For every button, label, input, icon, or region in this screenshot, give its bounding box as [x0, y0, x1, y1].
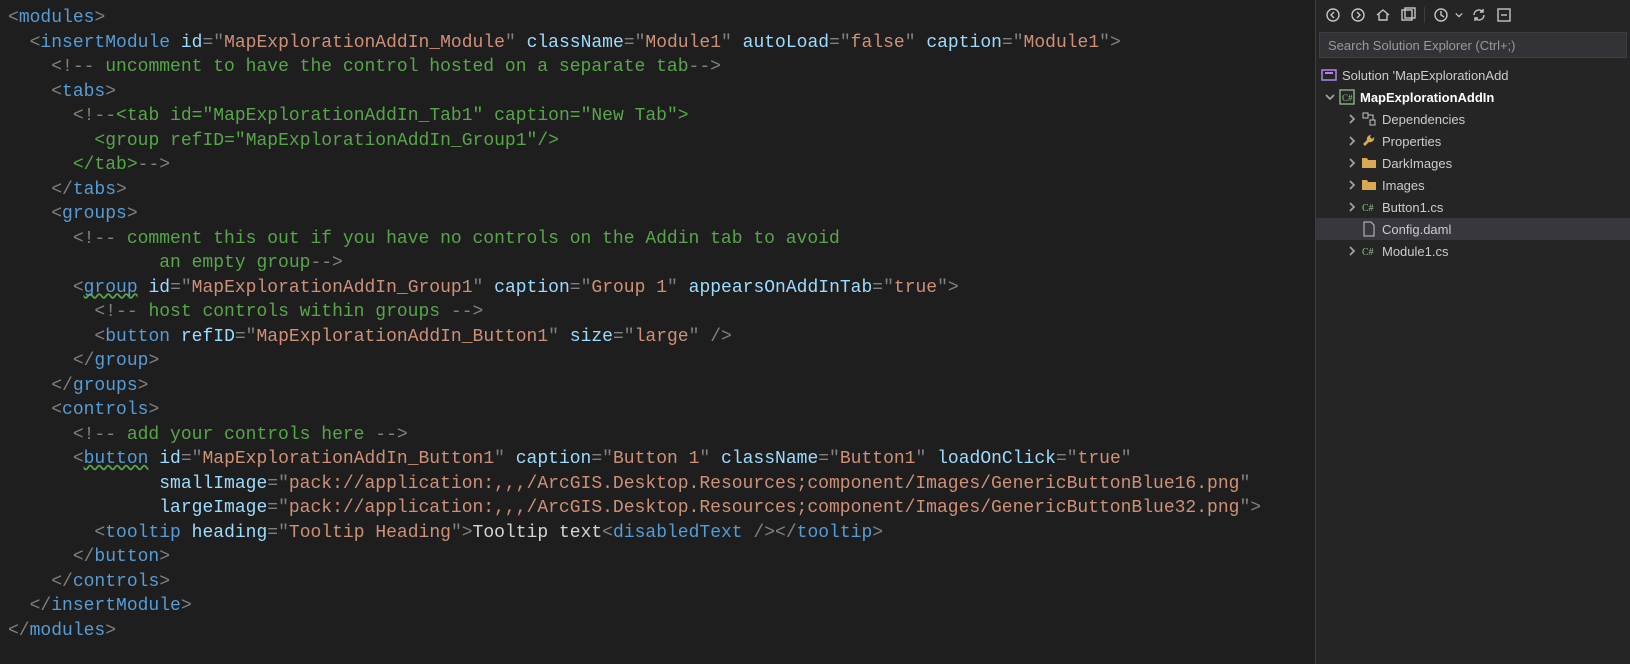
csharp-file-icon: C# [1360, 198, 1378, 216]
chevron-right-icon[interactable] [1344, 133, 1360, 149]
chevron-right-icon[interactable] [1344, 155, 1360, 171]
chevron-right-icon[interactable] [1344, 177, 1360, 193]
tree-item-properties[interactable]: Properties [1316, 130, 1630, 152]
solution-icon [1320, 66, 1338, 84]
solution-explorer: Search Solution Explorer (Ctrl+;) Soluti… [1315, 0, 1630, 664]
tree-label: Module1.cs [1382, 244, 1448, 259]
search-placeholder: Search Solution Explorer (Ctrl+;) [1328, 38, 1516, 53]
collapse-all-icon[interactable] [1493, 4, 1515, 26]
solution-toolbar [1316, 0, 1630, 30]
svg-text:C#: C# [1342, 93, 1353, 103]
tree-item-images[interactable]: Images [1316, 174, 1630, 196]
dependencies-icon [1360, 110, 1378, 128]
svg-text:C#: C# [1362, 247, 1374, 258]
folder-icon [1360, 176, 1378, 194]
chevron-right-icon[interactable] [1344, 199, 1360, 215]
tree-label: Config.daml [1382, 222, 1451, 237]
forward-icon[interactable] [1347, 4, 1369, 26]
file-icon [1360, 220, 1378, 238]
chevron-down-icon[interactable] [1455, 11, 1465, 19]
tree-label: DarkImages [1382, 156, 1452, 171]
tree-item-module1cs[interactable]: C# Module1.cs [1316, 240, 1630, 262]
separator [1424, 7, 1425, 23]
sync-icon[interactable] [1468, 4, 1490, 26]
tree-item-dependencies[interactable]: Dependencies [1316, 108, 1630, 130]
svg-text:C#: C# [1362, 203, 1374, 214]
solution-tree: Solution 'MapExplorationAdd C# MapExplor… [1316, 62, 1630, 664]
tree-label: MapExplorationAddIn [1360, 90, 1494, 105]
code-editor[interactable]: <modules> <insertModule id="MapExplorati… [0, 0, 1315, 664]
back-icon[interactable] [1322, 4, 1344, 26]
tree-label: Dependencies [1382, 112, 1465, 127]
tree-label: Images [1382, 178, 1425, 193]
tree-item-button1cs[interactable]: C# Button1.cs [1316, 196, 1630, 218]
chevron-right-icon[interactable] [1344, 111, 1360, 127]
folder-icon [1360, 154, 1378, 172]
chevron-down-icon[interactable] [1322, 89, 1338, 105]
csharp-project-icon: C# [1338, 88, 1356, 106]
tree-label: Properties [1382, 134, 1441, 149]
solution-node[interactable]: Solution 'MapExplorationAdd [1316, 64, 1630, 86]
chevron-right-icon[interactable] [1344, 243, 1360, 259]
tree-item-darkimages[interactable]: DarkImages [1316, 152, 1630, 174]
switch-views-icon[interactable] [1397, 4, 1419, 26]
tree-label: Solution 'MapExplorationAdd [1342, 68, 1509, 83]
home-icon[interactable] [1372, 4, 1394, 26]
wrench-icon [1360, 132, 1378, 150]
tree-item-configdaml[interactable]: Config.daml [1316, 218, 1630, 240]
tree-label: Button1.cs [1382, 200, 1443, 215]
search-input[interactable]: Search Solution Explorer (Ctrl+;) [1319, 32, 1627, 58]
pending-changes-icon[interactable] [1430, 4, 1452, 26]
csharp-file-icon: C# [1360, 242, 1378, 260]
project-node[interactable]: C# MapExplorationAddIn [1316, 86, 1630, 108]
